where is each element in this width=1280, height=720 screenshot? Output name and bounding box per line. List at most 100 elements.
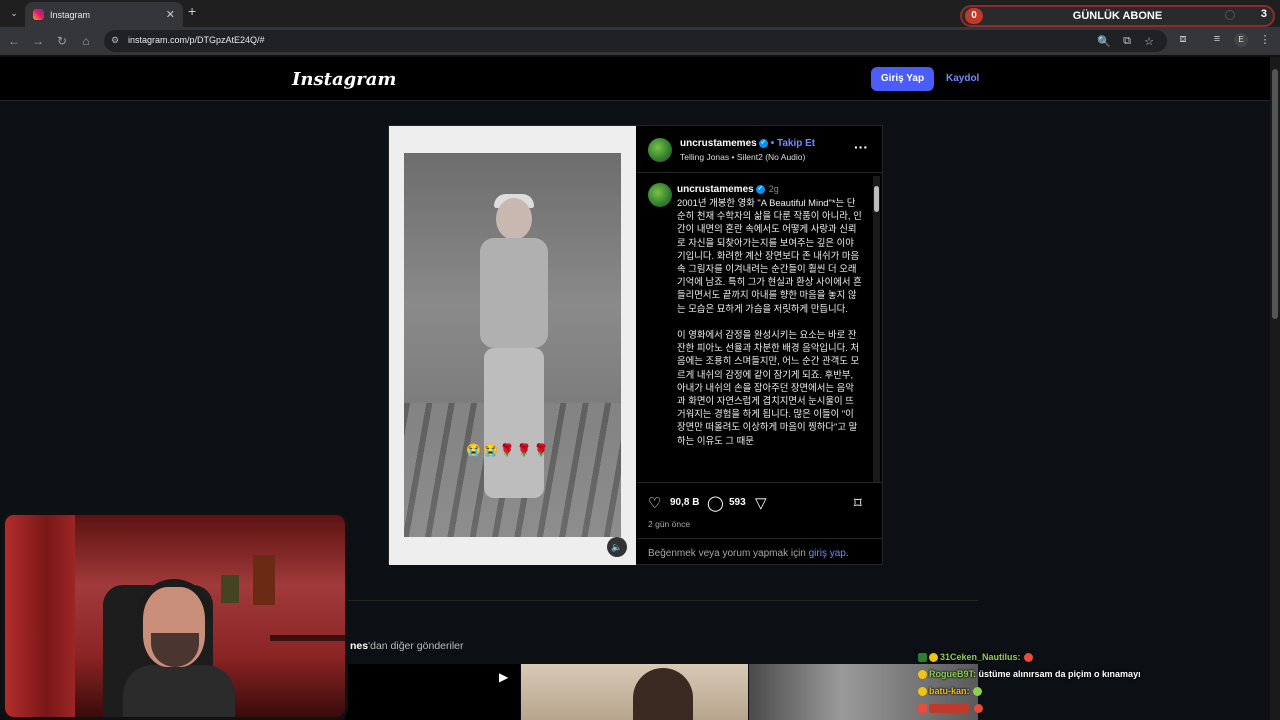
post-thumbnail[interactable] — [521, 664, 748, 720]
video-frame: 😭😭🌹🌹🌹 — [404, 153, 621, 537]
new-tab-button[interactable]: + — [188, 3, 196, 19]
chat-badge-icon — [918, 670, 927, 680]
caption-scrollbar[interactable] — [873, 176, 880, 482]
thumbnail-figure — [633, 668, 693, 720]
chat-message: batu-kan: — [918, 686, 982, 697]
url-text: instagram.com/p/DTGpzAtE24Q/# — [128, 35, 265, 45]
back-arrow-icon[interactable]: ← — [6, 33, 22, 49]
post-header: uncrustamemes ✓ • Takip Et Telling Jonas •… — [637, 126, 883, 173]
verified-badge-icon: ✓ — [755, 184, 765, 194]
chat-emote-icon — [1023, 653, 1033, 663]
follow-button[interactable]: • Takip Et — [771, 138, 815, 149]
instagram-favicon-icon — [33, 9, 44, 20]
reading-list-icon[interactable]: ≡ — [1210, 33, 1224, 45]
chat-message: 31Ceken_Nautilus: — [918, 652, 1033, 663]
instagram-logo[interactable]: Instagram — [292, 69, 396, 90]
more-posts-author[interactable]: nes — [350, 640, 368, 652]
post-card: 😭😭🌹🌹🌹 🔈 uncrustamemes ✓ • Takip Et Telling… — [388, 125, 883, 565]
person-torso — [480, 238, 548, 348]
caption-author[interactable]: uncrustamemes ✓ 2g — [677, 184, 779, 195]
chat-username: 31Ceken_Nautilus: — [940, 652, 1021, 662]
subscriber-right-count: 3 — [1260, 8, 1267, 20]
caption-author-avatar[interactable] — [648, 183, 672, 207]
post-time: 2 gün önce — [648, 519, 691, 529]
caption-text: 2001년 개봉한 영화 "A Beautiful Mind"*는 단순히 천재… — [677, 197, 862, 446]
profile-avatar[interactable]: E — [1234, 33, 1248, 47]
zoom-icon[interactable]: 🔍 — [1097, 35, 1111, 48]
caption-time: 2g — [768, 184, 779, 194]
install-app-icon[interactable]: ⧉ — [1120, 35, 1134, 48]
login-button[interactable]: Giriş Yap — [871, 67, 934, 91]
video-person — [474, 194, 554, 518]
tab-title: Instagram — [50, 9, 91, 20]
chat-text: üstüme alınırsam da piçim o kınamayı — [978, 669, 1141, 679]
chat-badge-icon — [918, 704, 927, 714]
bookmark-star-icon[interactable]: ☆ — [1142, 35, 1156, 48]
reload-icon[interactable]: ↻ — [54, 33, 70, 49]
browser-toolbar: ← → ↻ ⌂ ⚙ instagram.com/p/DTGpzAtE24Q/# … — [0, 27, 1280, 55]
person-head — [496, 198, 532, 240]
audio-info[interactable]: Telling Jonas • Silent2 (No Audio) — [680, 152, 805, 162]
chat-emote-icon — [974, 704, 983, 714]
login-prompt-link[interactable]: giriş yap — [809, 548, 846, 559]
section-divider — [345, 600, 978, 601]
webcam-poster — [253, 555, 275, 605]
close-icon[interactable]: ✕ — [166, 8, 175, 21]
page-scroll-thumb[interactable] — [1272, 69, 1278, 319]
more-options-icon[interactable]: ··· — [854, 139, 868, 155]
extensions-icon[interactable]: ⧈ — [1176, 33, 1190, 46]
person-legs — [484, 348, 544, 498]
address-bar[interactable]: ⚙ instagram.com/p/DTGpzAtE24Q/# 🔍 ⧉ ☆ — [104, 30, 1167, 52]
more-posts-suffix: 'dan diğer gönderiler — [368, 640, 464, 652]
subscriber-widget: 0 GÜNLÜK ABONE 3 — [960, 5, 1275, 27]
home-icon[interactable]: ⌂ — [78, 33, 94, 49]
like-count: 90,8 B — [670, 497, 700, 508]
login-prompt: Beğenmek veya yorum yapmak için giriş ya… — [637, 538, 883, 566]
chat-username: batu-kan: — [929, 686, 970, 696]
like-heart-icon[interactable]: ♡ — [648, 494, 661, 512]
instagram-header: Instagram Giriş Yap Kaydol — [0, 57, 1270, 101]
author-username[interactable]: uncrustamemes — [680, 138, 757, 149]
chat-message — [918, 703, 983, 714]
tab-search-button[interactable]: ⌄ — [6, 5, 22, 21]
stream-chat: 31Ceken_Nautilus: RogueB9T: üstüme alını… — [918, 650, 1178, 720]
save-bookmark-icon[interactable]: ⌑ — [854, 494, 862, 512]
login-prompt-text: Beğenmek veya yorum yapmak için — [648, 548, 809, 559]
browser-tab[interactable]: Instagram ✕ — [25, 2, 183, 27]
caption-scroll-thumb[interactable] — [874, 186, 879, 212]
site-info-icon[interactable]: ⚙ — [111, 35, 119, 46]
caption-username[interactable]: uncrustamemes — [677, 184, 754, 195]
webcam-overlay — [2, 512, 348, 720]
webcam-curtain — [5, 515, 75, 717]
comment-count: 593 — [729, 497, 746, 508]
mute-icon[interactable]: 🔈 — [607, 537, 627, 557]
signup-link[interactable]: Kaydol — [946, 73, 979, 84]
widget-dot-icon — [1225, 10, 1235, 20]
page-scrollbar[interactable] — [1270, 57, 1280, 720]
chat-username-blur — [929, 704, 969, 714]
forward-arrow-icon[interactable]: → — [30, 33, 46, 49]
streamer-shirt — [123, 665, 235, 717]
webcam-shelf — [270, 635, 345, 641]
webcam-poster — [221, 575, 239, 603]
share-icon[interactable]: ▽ — [755, 494, 767, 512]
post-actions: ♡ 90,8 B ◯ 593 ▽ ⌑ 2 gün önce Beğenmek v… — [637, 482, 883, 566]
login-prompt-suffix: . — [845, 548, 849, 559]
caption-area[interactable]: uncrustamemes ✓ 2g 2001년 개봉한 영화 "A Beautif… — [637, 174, 883, 482]
verified-badge-icon: ✓ — [758, 138, 768, 148]
post-video[interactable]: 😭😭🌹🌹🌹 🔈 — [389, 126, 636, 565]
browser-tab-strip: ⌄ Instagram ✕ + 0 GÜNLÜK ABONE 3 — [0, 0, 1280, 27]
video-emoji-overlay: 😭😭🌹🌹🌹 — [466, 443, 551, 457]
post-thumbnail[interactable] — [345, 664, 520, 720]
author-name[interactable]: uncrustamemes ✓ • Takip Et — [680, 138, 815, 149]
author-avatar[interactable] — [648, 138, 672, 162]
post-sidebar: uncrustamemes ✓ • Takip Et Telling Jonas •… — [637, 126, 883, 565]
chat-badge-icon — [929, 653, 938, 663]
chat-badge-icon — [918, 653, 927, 663]
subscriber-left-count: 0 — [965, 8, 983, 24]
comment-icon[interactable]: ◯ — [707, 494, 724, 512]
reel-icon: ▶ — [499, 670, 509, 684]
menu-kebab-icon[interactable]: ⋮ — [1258, 33, 1272, 46]
chat-username: RogueB9T: — [929, 669, 976, 679]
chat-emote-icon — [972, 687, 982, 697]
